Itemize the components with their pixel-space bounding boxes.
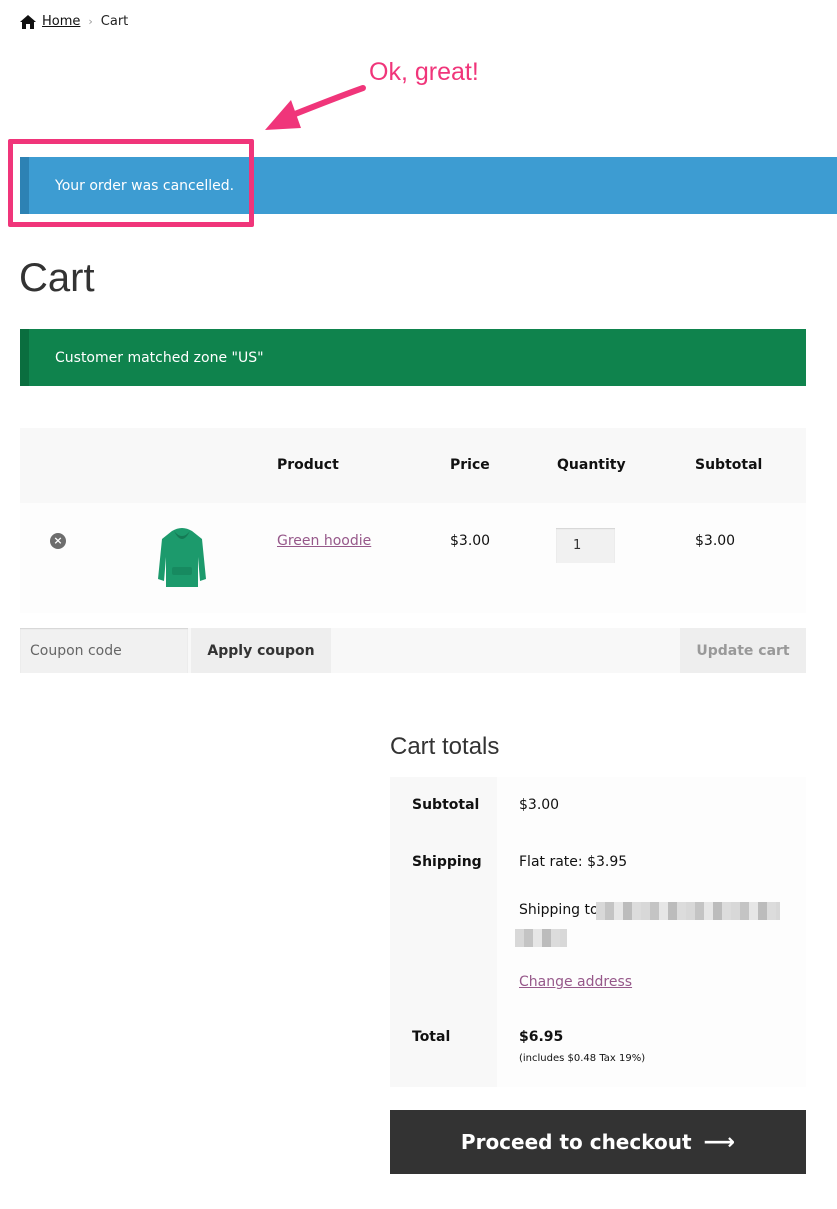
- breadcrumb: Home › Cart: [20, 14, 128, 29]
- notice-info-text: Your order was cancelled.: [55, 177, 235, 194]
- zone-matched-notice: Customer matched zone "US": [20, 329, 806, 386]
- checkout-label: Proceed to checkout: [460, 1130, 692, 1154]
- totals-shipping-label: Shipping: [412, 854, 482, 870]
- cart-totals-table: Subtotal $3.00 Shipping Flat rate: $3.95…: [390, 777, 806, 1087]
- annotation-text: Ok, great!: [369, 58, 479, 86]
- change-address-link[interactable]: Change address: [519, 974, 632, 990]
- proceed-to-checkout-button[interactable]: Proceed to checkout ⟶: [390, 1110, 806, 1174]
- cart-table-header: Product Price Quantity Subtotal: [20, 428, 806, 503]
- page-title: Cart: [19, 256, 95, 300]
- quantity-input[interactable]: [556, 528, 615, 563]
- item-price: $3.00: [450, 533, 491, 549]
- breadcrumb-current: Cart: [100, 14, 129, 29]
- redacted-address-line-1: [596, 902, 780, 920]
- header-price: Price: [450, 457, 490, 473]
- order-cancelled-notice: Your order was cancelled.: [20, 157, 837, 214]
- notice-success-text: Customer matched zone "US": [55, 349, 264, 366]
- header-quantity: Quantity: [557, 457, 626, 473]
- totals-subtotal-label: Subtotal: [412, 797, 480, 813]
- breadcrumb-home-link[interactable]: Home: [42, 14, 80, 29]
- shipping-rate: Flat rate: $3.95: [519, 854, 628, 870]
- breadcrumb-separator: ›: [88, 15, 93, 28]
- header-subtotal: Subtotal: [695, 457, 763, 473]
- shipping-destination-label: Shipping to: [519, 902, 599, 918]
- coupon-code-input[interactable]: [20, 628, 188, 673]
- header-product: Product: [277, 457, 339, 473]
- remove-item-icon[interactable]: ×: [50, 533, 66, 549]
- apply-coupon-button[interactable]: Apply coupon: [191, 628, 331, 673]
- cart-actions: Apply coupon Update cart: [20, 628, 806, 673]
- totals-shipping-value-cell: Flat rate: $3.95 Shipping to Change addr…: [497, 834, 806, 1009]
- product-name-link[interactable]: Green hoodie: [277, 533, 371, 549]
- redacted-address-line-2: [515, 929, 567, 947]
- annotation-arrow-icon: [265, 85, 366, 130]
- totals-total-label-cell: Total: [390, 1009, 497, 1087]
- cart-totals-title: Cart totals: [390, 733, 500, 760]
- totals-subtotal-value: $3.00: [519, 797, 560, 813]
- arrow-right-icon: ⟶: [703, 1129, 736, 1155]
- tax-note: (includes $0.48 Tax 19%): [519, 1053, 646, 1064]
- item-subtotal: $3.00: [695, 533, 736, 549]
- cart-item-row: × Green hoodie $3.00 $3.00: [20, 503, 806, 613]
- totals-total-value-cell: $6.95 (includes $0.48 Tax 19%): [497, 1009, 806, 1087]
- home-icon: [20, 14, 36, 29]
- totals-subtotal-label-cell: Subtotal: [390, 777, 497, 834]
- totals-subtotal-value-cell: $3.00: [497, 777, 806, 834]
- cart-table: Product Price Quantity Subtotal: [20, 428, 806, 503]
- totals-shipping-label-cell: Shipping: [390, 834, 497, 1009]
- green-hoodie-image[interactable]: [156, 527, 208, 591]
- order-total-value: $6.95: [519, 1029, 564, 1045]
- update-cart-button[interactable]: Update cart: [680, 628, 806, 673]
- totals-total-label: Total: [412, 1029, 451, 1045]
